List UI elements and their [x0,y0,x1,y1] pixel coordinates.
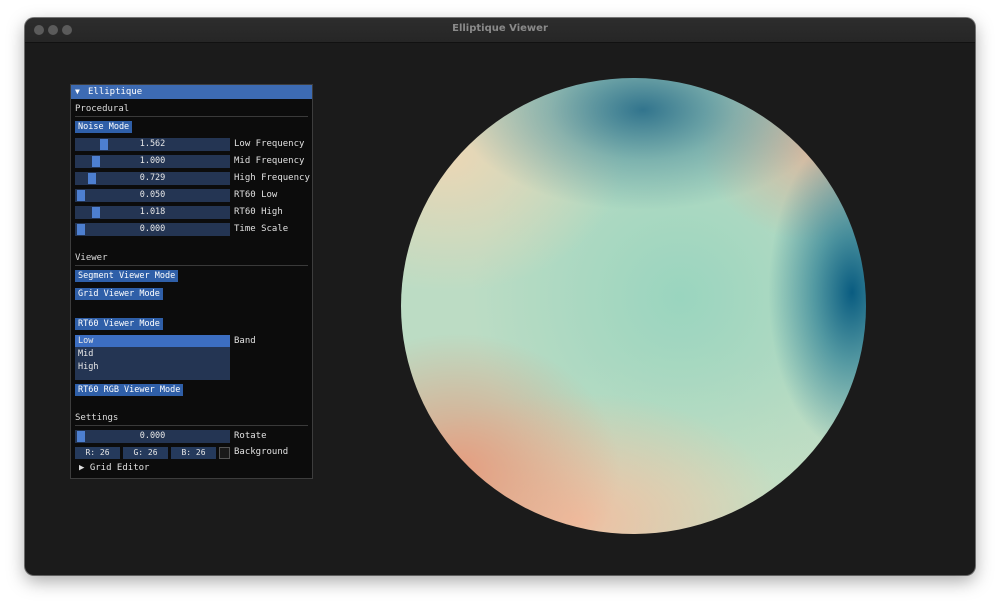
triangle-down-icon[interactable]: ▼ [75,85,80,99]
rt60-viewer-mode-button[interactable]: RT60 Viewer Mode [75,318,163,330]
rotate-slider[interactable]: 0.000 [75,430,230,443]
slider-label: RT60 High [234,207,283,217]
viewer-header: Viewer [75,253,108,263]
title-bar[interactable]: Elliptique Viewer [25,18,975,43]
panel-title: Elliptique [88,87,143,97]
band-option-low[interactable]: Low [75,335,230,347]
slider-label: Mid Frequency [234,156,305,166]
band-label: Band [234,336,256,346]
slider-label: High Frequency [234,173,310,183]
noise-mode-button[interactable]: Noise Mode [75,121,133,133]
slider-value: 0.729 [139,173,166,183]
low-frequency-slider[interactable]: 1.562 [75,138,230,151]
rt60-rgb-viewer-mode-button[interactable]: RT60 RGB Viewer Mode [75,384,184,396]
slider-value: 1.018 [139,207,166,217]
grid-editor-tree-node[interactable]: ▶ Grid Editor [79,463,149,473]
background-label: Background [234,447,289,457]
elliptique-sphere-render[interactable] [401,78,866,534]
slider-value: 1.562 [139,139,166,149]
mid-frequency-slider[interactable]: 1.000 [75,155,230,168]
slider-value: 0.050 [139,190,166,200]
slider-value: 1.000 [139,156,166,166]
background-r-field[interactable]: R: 26 [75,447,120,459]
procedural-header: Procedural [75,104,130,114]
slider-label: RT60 Low [234,190,278,200]
segment-viewer-mode-button[interactable]: Segment Viewer Mode [75,270,179,282]
slider-label: Low Frequency [234,139,305,149]
panel-header[interactable]: ▼ Elliptique [71,85,312,99]
band-option-high[interactable]: High [75,361,230,373]
section-divider [75,116,308,117]
high-frequency-slider[interactable]: 0.729 [75,172,230,185]
window-title: Elliptique Viewer [452,23,548,34]
background-g-field[interactable]: G: 26 [123,447,168,459]
settings-header: Settings [75,413,119,423]
time-scale-slider[interactable]: 0.000 [75,223,230,236]
elliptique-panel: ▼ Elliptique Procedural Noise Mode 1.562… [70,84,313,479]
section-divider [75,425,308,426]
band-listbox[interactable]: Low Mid High [75,335,230,380]
section-divider [75,265,308,266]
rt60-high-slider[interactable]: 1.018 [75,206,230,219]
background-color-swatch[interactable] [219,447,230,459]
grid-editor-label: Grid Editor [89,463,150,473]
background-b-field[interactable]: B: 26 [171,447,216,459]
grid-viewer-mode-button[interactable]: Grid Viewer Mode [75,288,163,300]
slider-value: 0.000 [139,224,166,234]
band-option-mid[interactable]: Mid [75,348,230,360]
triangle-right-icon[interactable]: ▶ [79,463,84,473]
app-window: Elliptique Viewer ▼ Elliptique Procedura… [25,18,975,575]
slider-value: 0.000 [139,431,166,441]
rotate-label: Rotate [234,431,267,441]
rt60-low-slider[interactable]: 0.050 [75,189,230,202]
slider-label: Time Scale [234,224,289,234]
